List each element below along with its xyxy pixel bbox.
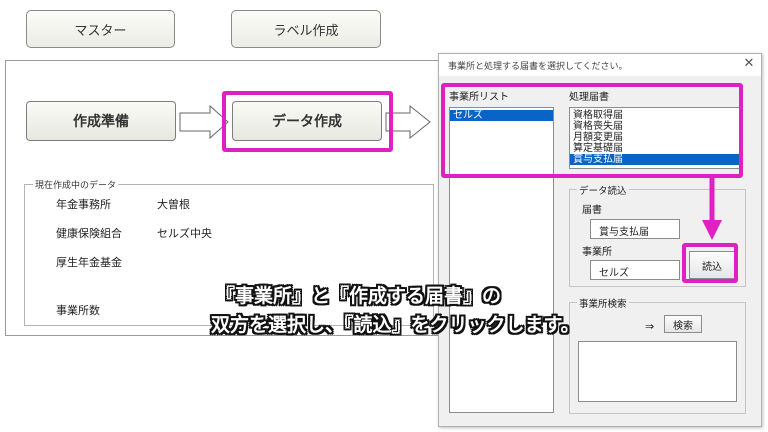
form-field[interactable]: 賞与支払届 [590, 219, 680, 239]
info-value-health-union: セルズ中央 [157, 227, 212, 240]
highlight-read-button [682, 243, 738, 283]
office-field-label: 事業所 [582, 247, 612, 258]
arrow-head-icon [702, 220, 722, 240]
arrow-right-icon [179, 104, 229, 140]
highlight-lists [441, 83, 743, 178]
search-result-listbox[interactable] [578, 341, 737, 402]
info-label-pension-office: 年金事務所 [56, 198, 111, 211]
prepare-button[interactable]: 作成準備 [26, 101, 176, 141]
info-label-pension-fund: 厚生年金基金 [56, 256, 122, 269]
pointer-arrow [702, 178, 722, 240]
current-data-title: 現在作成中のデータ [33, 178, 119, 191]
caption-line-1: 『事業所』と『作成する届書』の [216, 285, 502, 307]
master-button[interactable]: マスター [26, 10, 175, 48]
form-field-label: 届書 [582, 205, 602, 216]
label-create-button[interactable]: ラベル作成 [231, 10, 381, 48]
dialog-title: 事業所と処理する届書を選択してください。 [439, 54, 761, 76]
data-read-title: データ読込 [577, 183, 629, 197]
caption-line-2: 双方を選択し、『読込』をクリックします。 [211, 314, 580, 336]
close-icon[interactable]: ✕ [739, 56, 759, 74]
search-button[interactable]: 検索 [664, 315, 702, 333]
office-search-title: 事業所検索 [577, 296, 629, 310]
office-field[interactable]: セルズ [590, 260, 680, 280]
info-label-office-count: 事業所数 [56, 304, 100, 317]
arrow-icon: ⇒ [645, 320, 655, 333]
highlight-data-create [222, 91, 393, 152]
info-value-pension-office: 大曽根 [157, 198, 190, 211]
info-label-health-union: 健康保険組合 [56, 227, 122, 240]
